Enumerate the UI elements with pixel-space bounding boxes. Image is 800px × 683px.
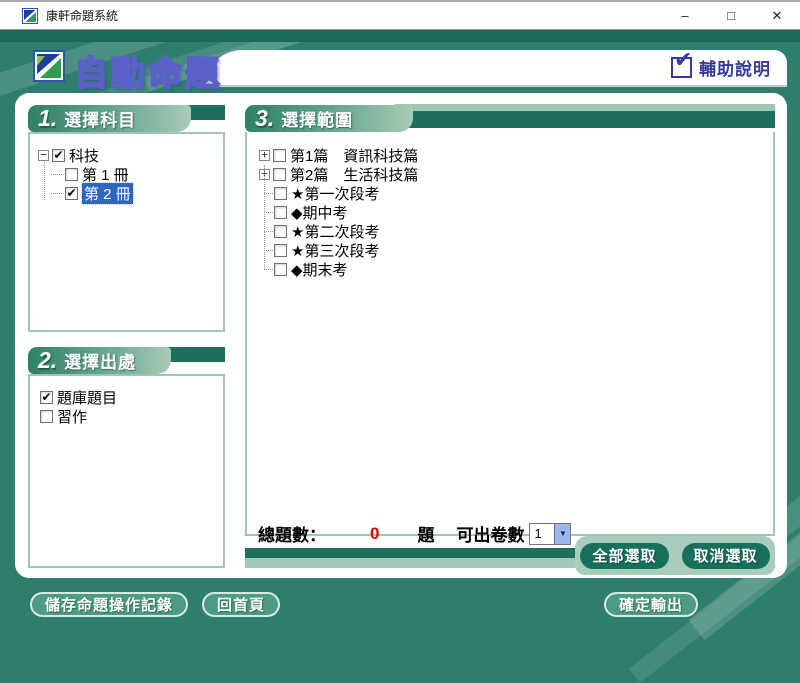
tree-label[interactable]: 第 1 冊 bbox=[82, 164, 129, 185]
tree-connector bbox=[51, 174, 64, 175]
papers-count-select[interactable]: 1 ▼ bbox=[529, 523, 571, 545]
panel2-banner: 2. 選擇出處 bbox=[28, 347, 171, 374]
total-count: 0 bbox=[370, 524, 379, 544]
tree-row-part1: + 第1篇 資訊科技篇 bbox=[259, 146, 773, 165]
total-label: 總題數： bbox=[258, 521, 326, 546]
confirm-output-button[interactable]: 確定輸出 bbox=[604, 592, 698, 617]
panel3-number: 3. bbox=[255, 105, 274, 132]
tree-row-exam2: ★第二次段考 bbox=[259, 222, 773, 241]
collapse-icon[interactable]: − bbox=[38, 150, 49, 161]
checkbox[interactable] bbox=[274, 244, 287, 257]
source-options-box: ✔ 題庫題目 習作 bbox=[28, 374, 225, 568]
tree-label[interactable]: 科技 bbox=[69, 145, 99, 166]
tree-row-exam3: ★第三次段考 bbox=[259, 241, 773, 260]
panel1-title: 選擇科目 bbox=[64, 106, 136, 131]
option-label[interactable]: 題庫題目 bbox=[57, 387, 117, 408]
expand-icon[interactable]: + bbox=[259, 150, 270, 161]
tree-row-volume1: 第 1 冊 bbox=[38, 165, 223, 184]
papers-count-value: 1 bbox=[530, 524, 554, 544]
checkbox[interactable]: ✔ bbox=[40, 391, 53, 404]
chevron-down-icon[interactable]: ▼ bbox=[554, 524, 570, 544]
checkbox[interactable] bbox=[273, 168, 286, 181]
deselect-button[interactable]: 取消選取 bbox=[682, 543, 770, 569]
window-titlebar: 康軒命題系統 – □ ✕ bbox=[0, 0, 800, 30]
tree-label[interactable]: ◆期中考 bbox=[291, 202, 348, 223]
option-label[interactable]: 習作 bbox=[57, 406, 87, 427]
panel3-bottom-bar bbox=[245, 548, 575, 558]
tree-row-midterm: ◆期中考 bbox=[259, 203, 773, 222]
main-panel: 1. 選擇科目 − ✔ 科技 第 1 冊 ✔ 第 2 冊 2. 選擇出 bbox=[15, 93, 787, 578]
checkbox[interactable] bbox=[40, 410, 53, 423]
question-summary: 總題數： 0 題 可出卷數 1 ▼ bbox=[258, 521, 571, 546]
checkbox[interactable] bbox=[274, 225, 287, 238]
tree-row-final: ◆期末考 bbox=[259, 260, 773, 279]
tree-label[interactable]: ★第一次段考 bbox=[291, 183, 379, 204]
checkbox[interactable] bbox=[274, 187, 287, 200]
tree-row-subject-root: − ✔ 科技 bbox=[38, 146, 223, 165]
brand-logo bbox=[33, 50, 65, 82]
tree-line bbox=[44, 162, 45, 200]
checkmark-box-icon: ✔ bbox=[671, 57, 692, 78]
tree-label[interactable]: ★第三次段考 bbox=[291, 240, 379, 261]
checkbox[interactable] bbox=[274, 206, 287, 219]
checkbox[interactable]: ✔ bbox=[52, 149, 65, 162]
tree-connector bbox=[264, 269, 273, 270]
panel3-light-bar bbox=[395, 104, 775, 111]
option-row-workbook: 習作 bbox=[40, 407, 223, 426]
panel1-number: 1. bbox=[38, 105, 57, 132]
tree-connector bbox=[264, 212, 273, 213]
scope-tree-box: + 第1篇 資訊科技篇 + 第2篇 生活科技篇 ★第一次段考 ◆期中考 bbox=[245, 132, 775, 536]
tree-label[interactable]: 第2篇 生活科技篇 bbox=[290, 164, 418, 185]
tree-row-part2: + 第2篇 生活科技篇 bbox=[259, 165, 773, 184]
minimize-button[interactable]: – bbox=[662, 2, 708, 29]
tree-label[interactable]: 第1篇 資訊科技篇 bbox=[290, 145, 418, 166]
tree-label[interactable]: 第 2 冊 bbox=[82, 183, 133, 204]
help-button[interactable]: ✔ 輔助說明 bbox=[671, 55, 771, 80]
tree-label[interactable]: ◆期末考 bbox=[291, 259, 348, 280]
option-row-bank: ✔ 題庫題目 bbox=[40, 388, 223, 407]
checkbox[interactable] bbox=[65, 168, 78, 181]
page-title: 自動命題 bbox=[74, 46, 222, 95]
tree-label[interactable]: ★第二次段考 bbox=[291, 221, 379, 242]
selection-buttons-tab: 全部選取 取消選取 bbox=[575, 536, 775, 575]
panel2-number: 2. bbox=[38, 347, 57, 374]
checkbox[interactable] bbox=[274, 263, 287, 276]
panel3-banner: 3. 選擇範圍 bbox=[245, 105, 413, 132]
panel2-title: 選擇出處 bbox=[64, 348, 136, 373]
window-title: 康軒命題系統 bbox=[46, 7, 118, 24]
checkbox[interactable] bbox=[273, 149, 286, 162]
tree-row-exam1: ★第一次段考 bbox=[259, 184, 773, 203]
panel1-banner: 1. 選擇科目 bbox=[28, 105, 191, 132]
close-button[interactable]: ✕ bbox=[754, 2, 800, 29]
panel3-header-bar bbox=[395, 111, 775, 128]
tree-connector bbox=[264, 231, 273, 232]
papers-label: 可出卷數 bbox=[456, 521, 524, 546]
help-label: 輔助說明 bbox=[699, 55, 771, 80]
app-logo-icon bbox=[22, 8, 38, 24]
save-record-button[interactable]: 儲存命題操作記錄 bbox=[30, 592, 188, 617]
maximize-button[interactable]: □ bbox=[708, 2, 754, 29]
tree-connector bbox=[51, 193, 64, 194]
tree-line bbox=[264, 165, 265, 269]
total-unit: 題 bbox=[417, 521, 434, 546]
checkbox[interactable]: ✔ bbox=[65, 187, 78, 200]
header-dark-band bbox=[0, 30, 800, 42]
home-button[interactable]: 回首頁 bbox=[202, 592, 280, 617]
tree-row-volume2: ✔ 第 2 冊 bbox=[38, 184, 223, 203]
tree-connector bbox=[264, 193, 273, 194]
tree-connector bbox=[264, 250, 273, 251]
header-white-tab: ✔ 輔助說明 bbox=[205, 50, 787, 87]
select-all-button[interactable]: 全部選取 bbox=[580, 543, 668, 569]
subject-tree-box: − ✔ 科技 第 1 冊 ✔ 第 2 冊 bbox=[28, 132, 225, 332]
panel3-title: 選擇範圍 bbox=[281, 106, 353, 131]
